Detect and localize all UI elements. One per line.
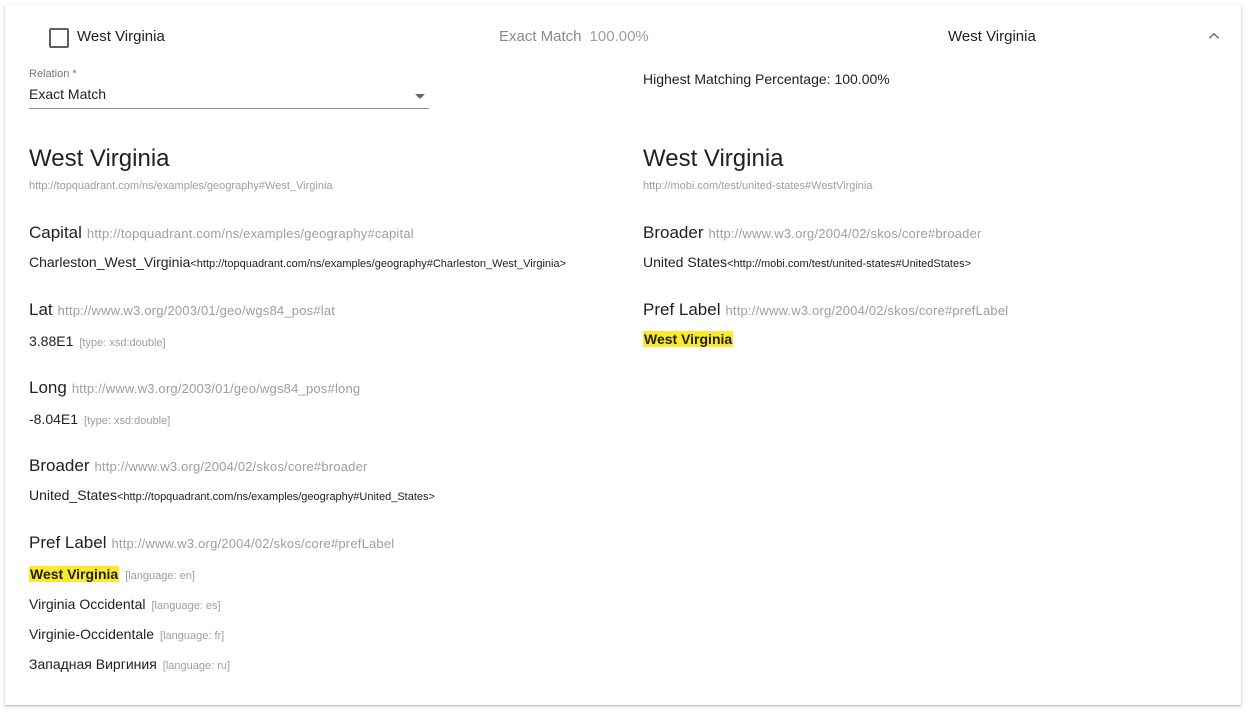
property-pref-label: Pref Label http://www.w3.org/2004/02/skos… bbox=[643, 300, 1008, 320]
relation-select[interactable]: Exact Match bbox=[29, 84, 429, 109]
select-match-checkbox[interactable] bbox=[49, 28, 69, 48]
value-text: United_States bbox=[29, 487, 117, 503]
property-lat: Lat http://www.w3.org/2003/01/geo/wgs84_p… bbox=[29, 300, 335, 320]
value-language-tag: [language: fr] bbox=[160, 630, 225, 642]
match-percent: 100.00% bbox=[589, 28, 649, 45]
property-iri: http://www.w3.org/2003/01/geo/wgs84_pos#… bbox=[57, 303, 336, 318]
property-iri: http://www.w3.org/2004/02/skos/core#pref… bbox=[111, 536, 395, 551]
value-iri: <http://topquadrant.com/ns/examples/geog… bbox=[190, 258, 567, 270]
relation-label: Relation * bbox=[29, 68, 77, 80]
value-language-tag: [language: en] bbox=[125, 570, 195, 582]
property-name: Capital bbox=[29, 223, 82, 242]
value-text: Virginia Occidental bbox=[29, 596, 146, 612]
property-iri: http://www.w3.org/2004/02/skos/core#pref… bbox=[725, 303, 1009, 318]
source-entity-iri: http://topquadrant.com/ns/examples/geogr… bbox=[29, 180, 333, 192]
property-value: Charleston_West_Virginia<http://topquadr… bbox=[29, 253, 566, 283]
property-capital: Capital http://topquadrant.com/ns/example… bbox=[29, 223, 414, 243]
value-text-highlighted: West Virginia bbox=[29, 566, 120, 582]
property-value: -8.04E1 [type: xsd:double] bbox=[29, 410, 170, 440]
match-summary: Exact Match 100.00% bbox=[499, 28, 649, 45]
property-value: Virginia Occidental [language: es] bbox=[29, 595, 230, 625]
value-type-tag: [type: xsd:double] bbox=[79, 337, 166, 349]
relation-value: Exact Match bbox=[29, 86, 107, 102]
value-text: -8.04E1 bbox=[29, 411, 79, 427]
property-iri: http://www.w3.org/2004/02/skos/core#broa… bbox=[94, 459, 368, 474]
property-name: Long bbox=[29, 378, 67, 397]
property-name: Pref Label bbox=[29, 533, 107, 552]
property-value: United_States<http://topquadrant.com/ns/… bbox=[29, 486, 435, 516]
source-entity-title: West Virginia bbox=[29, 145, 170, 172]
property-iri: http://www.w3.org/2004/02/skos/core#broa… bbox=[708, 226, 982, 241]
property-value: West Virginia [language: en] bbox=[29, 565, 230, 595]
value-type-tag: [type: xsd:double] bbox=[84, 415, 171, 427]
value-language-tag: [language: es] bbox=[151, 600, 221, 612]
property-values: -8.04E1 [type: xsd:double] bbox=[29, 410, 170, 440]
property-broader: Broader http://www.w3.org/2004/02/skos/co… bbox=[643, 223, 982, 243]
property-iri: http://www.w3.org/2003/01/geo/wgs84_pos#… bbox=[71, 381, 361, 396]
match-type: Exact Match bbox=[499, 28, 582, 45]
chevron-up-icon[interactable] bbox=[1205, 27, 1223, 45]
value-text: Virginie-Occidentale bbox=[29, 626, 155, 642]
value-iri: <http://mobi.com/test/united-states#Unit… bbox=[727, 258, 972, 270]
property-value: Virginie-Occidentale [language: fr] bbox=[29, 625, 230, 655]
property-value: Западная Виргиния [language: ru] bbox=[29, 655, 230, 685]
property-value: 3.88E1 [type: xsd:double] bbox=[29, 332, 166, 362]
value-text: United States bbox=[643, 254, 728, 270]
property-values: United States<http://mobi.com/test/unite… bbox=[643, 253, 971, 283]
property-values: West Virginia bbox=[643, 330, 734, 360]
value-iri: <http://topquadrant.com/ns/examples/geog… bbox=[116, 491, 435, 503]
property-broader: Broader http://www.w3.org/2004/02/skos/co… bbox=[29, 456, 368, 476]
property-values: West Virginia [language: en] Virginia Occ… bbox=[29, 565, 230, 685]
target-entity-label: West Virginia bbox=[948, 28, 1036, 45]
property-value: United States<http://mobi.com/test/unite… bbox=[643, 253, 971, 283]
property-name: Broader bbox=[29, 456, 90, 475]
value-text: Charleston_West_Virginia bbox=[29, 254, 191, 270]
property-pref-label: Pref Label http://www.w3.org/2004/02/skos… bbox=[29, 533, 394, 553]
target-entity-title: West Virginia bbox=[643, 145, 784, 172]
property-name: Pref Label bbox=[643, 300, 721, 319]
value-language-tag: [language: ru] bbox=[162, 660, 231, 672]
property-values: 3.88E1 [type: xsd:double] bbox=[29, 332, 166, 362]
match-card: West Virginia Exact Match 100.00% West Vi… bbox=[5, 5, 1241, 705]
value-text: Западная Виргиния bbox=[29, 656, 157, 672]
property-iri: http://topquadrant.com/ns/examples/geogr… bbox=[86, 226, 414, 241]
property-name: Lat bbox=[29, 300, 53, 319]
dropdown-caret-icon bbox=[415, 94, 425, 99]
property-values: United_States<http://topquadrant.com/ns/… bbox=[29, 486, 435, 516]
source-entity-label: West Virginia bbox=[77, 28, 165, 45]
property-value: West Virginia bbox=[643, 330, 734, 360]
property-values: Charleston_West_Virginia<http://topquadr… bbox=[29, 253, 566, 283]
property-name: Broader bbox=[643, 223, 704, 242]
value-text: 3.88E1 bbox=[29, 333, 74, 349]
value-text-highlighted: West Virginia bbox=[643, 331, 734, 347]
property-long: Long http://www.w3.org/2003/01/geo/wgs84_… bbox=[29, 378, 360, 398]
highest-matching-percentage: Highest Matching Percentage: 100.00% bbox=[643, 71, 890, 87]
target-entity-iri: http://mobi.com/test/united-states#WestV… bbox=[643, 180, 873, 192]
